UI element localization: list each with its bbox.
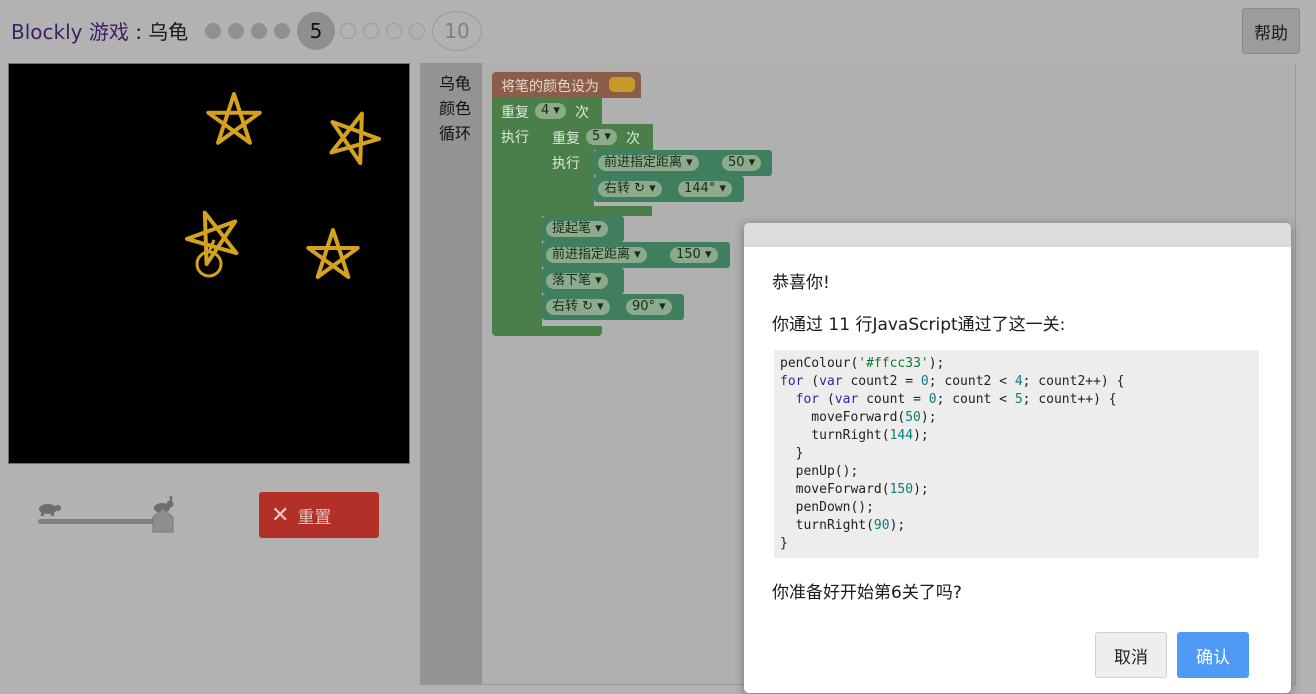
level-6-link[interactable] [340,23,356,39]
pen-up-block[interactable]: 提起笔 ▾ [542,216,624,242]
header: Blockly 游戏 : 乌龟 5 10 帮助 [0,0,1316,62]
code-line: turnRight(90); [780,518,906,533]
pen-up-dropdown[interactable]: 提起笔 ▾ [546,221,608,237]
angle-144-field[interactable]: 144° ▾ [678,181,732,197]
inner-repeat-end [542,206,652,216]
code-line: moveForward(150); [780,482,929,497]
page-title: Blockly 游戏 : 乌龟 [11,18,188,46]
summary-text: 你通过 11 行JavaScript通过了这一关: [772,315,1066,335]
star-4 [306,228,360,279]
code-line: penDown(); [780,500,874,515]
distance-150-field[interactable]: 150 ▾ [670,247,718,263]
level-2-link[interactable] [228,23,244,39]
turn-right-144-block[interactable]: 右转 ↻ ▾ 144° ▾ [594,176,744,202]
speed-slider[interactable] [36,496,181,536]
brand-link[interactable]: Blockly 游戏 [11,20,129,44]
turn-right-90-block[interactable]: 右转 ↻ ▾ 90° ▾ [542,294,684,320]
speed-track[interactable] [38,519,164,524]
turn-dropdown[interactable]: 右转 ↻ ▾ [598,181,662,197]
level-4-link[interactable] [274,23,290,39]
level-9-link[interactable] [409,23,425,39]
outer-do-rail: 执行 [492,124,542,328]
move-forward-50-block[interactable]: 前进指定距离 ▾ 50 ▾ [594,150,772,176]
category-colour[interactable]: 颜色 [439,95,471,119]
move-forward-150-block[interactable]: 前进指定距离 ▾ 150 ▾ [542,242,730,268]
code-line: moveForward(50); [780,410,937,425]
move-dropdown[interactable]: 前进指定距离 ▾ [598,155,699,171]
inner-do-rail: 执行 [542,150,594,206]
outer-count-field[interactable]: 4 ▾ [535,103,566,119]
inner-repeat-block[interactable]: 重复 5 ▾ 次 [542,124,653,150]
level-8-link[interactable] [386,23,402,39]
code-line: for (var count = 0; count < 5; count++) … [795,392,1117,407]
speed-handle[interactable] [151,508,175,534]
congrats-dialog: 恭喜你! 你通过 11 行JavaScript通过了这一关: penColour… [744,223,1291,693]
star-3 [185,210,239,266]
confirm-button[interactable]: 确认 [1177,632,1249,678]
angle-90-field[interactable]: 90° ▾ [626,299,672,315]
turn-dropdown-2[interactable]: 右转 ↻ ▾ [546,299,610,315]
outer-repeat-end [492,326,602,336]
pen-down-block[interactable]: 落下笔 ▾ [542,268,624,294]
category-loops[interactable]: 循环 [439,120,471,144]
close-icon: ✕ [271,502,290,528]
drawing [185,92,381,279]
code-line: for (var count2 = 0; count2 < 4; count2+… [780,374,1125,389]
code-line: turnRight(144); [780,428,929,443]
congrats-text: 恭喜你! [772,273,830,293]
reset-button[interactable]: ✕ 重置 [259,492,379,538]
title-separator: : [128,20,149,44]
set-colour-block[interactable]: 将笔的颜色设为 [492,72,641,98]
next-level-question: 你准备好开始第6关了吗? [772,583,962,603]
code-line: } [780,446,804,461]
pen-down-dropdown[interactable]: 落下笔 ▾ [546,273,608,289]
dialog-header [744,223,1291,247]
turtle-canvas [8,63,410,464]
colour-swatch[interactable] [609,77,635,92]
help-button[interactable]: 帮助 [1242,8,1300,54]
outer-repeat-block[interactable]: 重复 4 ▾ 次 [492,98,602,124]
level-3-link[interactable] [251,23,267,39]
level-10-link[interactable]: 10 [432,11,482,51]
toolbox: 乌龟 颜色 循环 [420,63,482,685]
generated-code: penColour('#ffcc33'); for (var count2 = … [774,350,1259,558]
game-name: 乌龟 [148,20,189,44]
code-line: } [780,536,788,551]
distance-50-field[interactable]: 50 ▾ [722,155,762,171]
level-1-link[interactable] [205,23,221,39]
level-selector: 5 10 [205,11,487,51]
current-level: 5 [297,12,335,50]
code-line: penUp(); [780,464,859,479]
turtle-slow-icon [39,504,61,516]
star-1 [206,92,262,145]
code-line: penColour('#ffcc33'); [780,356,945,371]
level-7-link[interactable] [363,23,379,39]
move-dropdown-2[interactable]: 前进指定距离 ▾ [546,247,647,263]
inner-count-field[interactable]: 5 ▾ [586,129,617,145]
cancel-button[interactable]: 取消 [1095,632,1167,678]
category-turtle[interactable]: 乌龟 [439,70,471,94]
star-2 [329,111,381,165]
reset-label: 重置 [297,507,332,528]
